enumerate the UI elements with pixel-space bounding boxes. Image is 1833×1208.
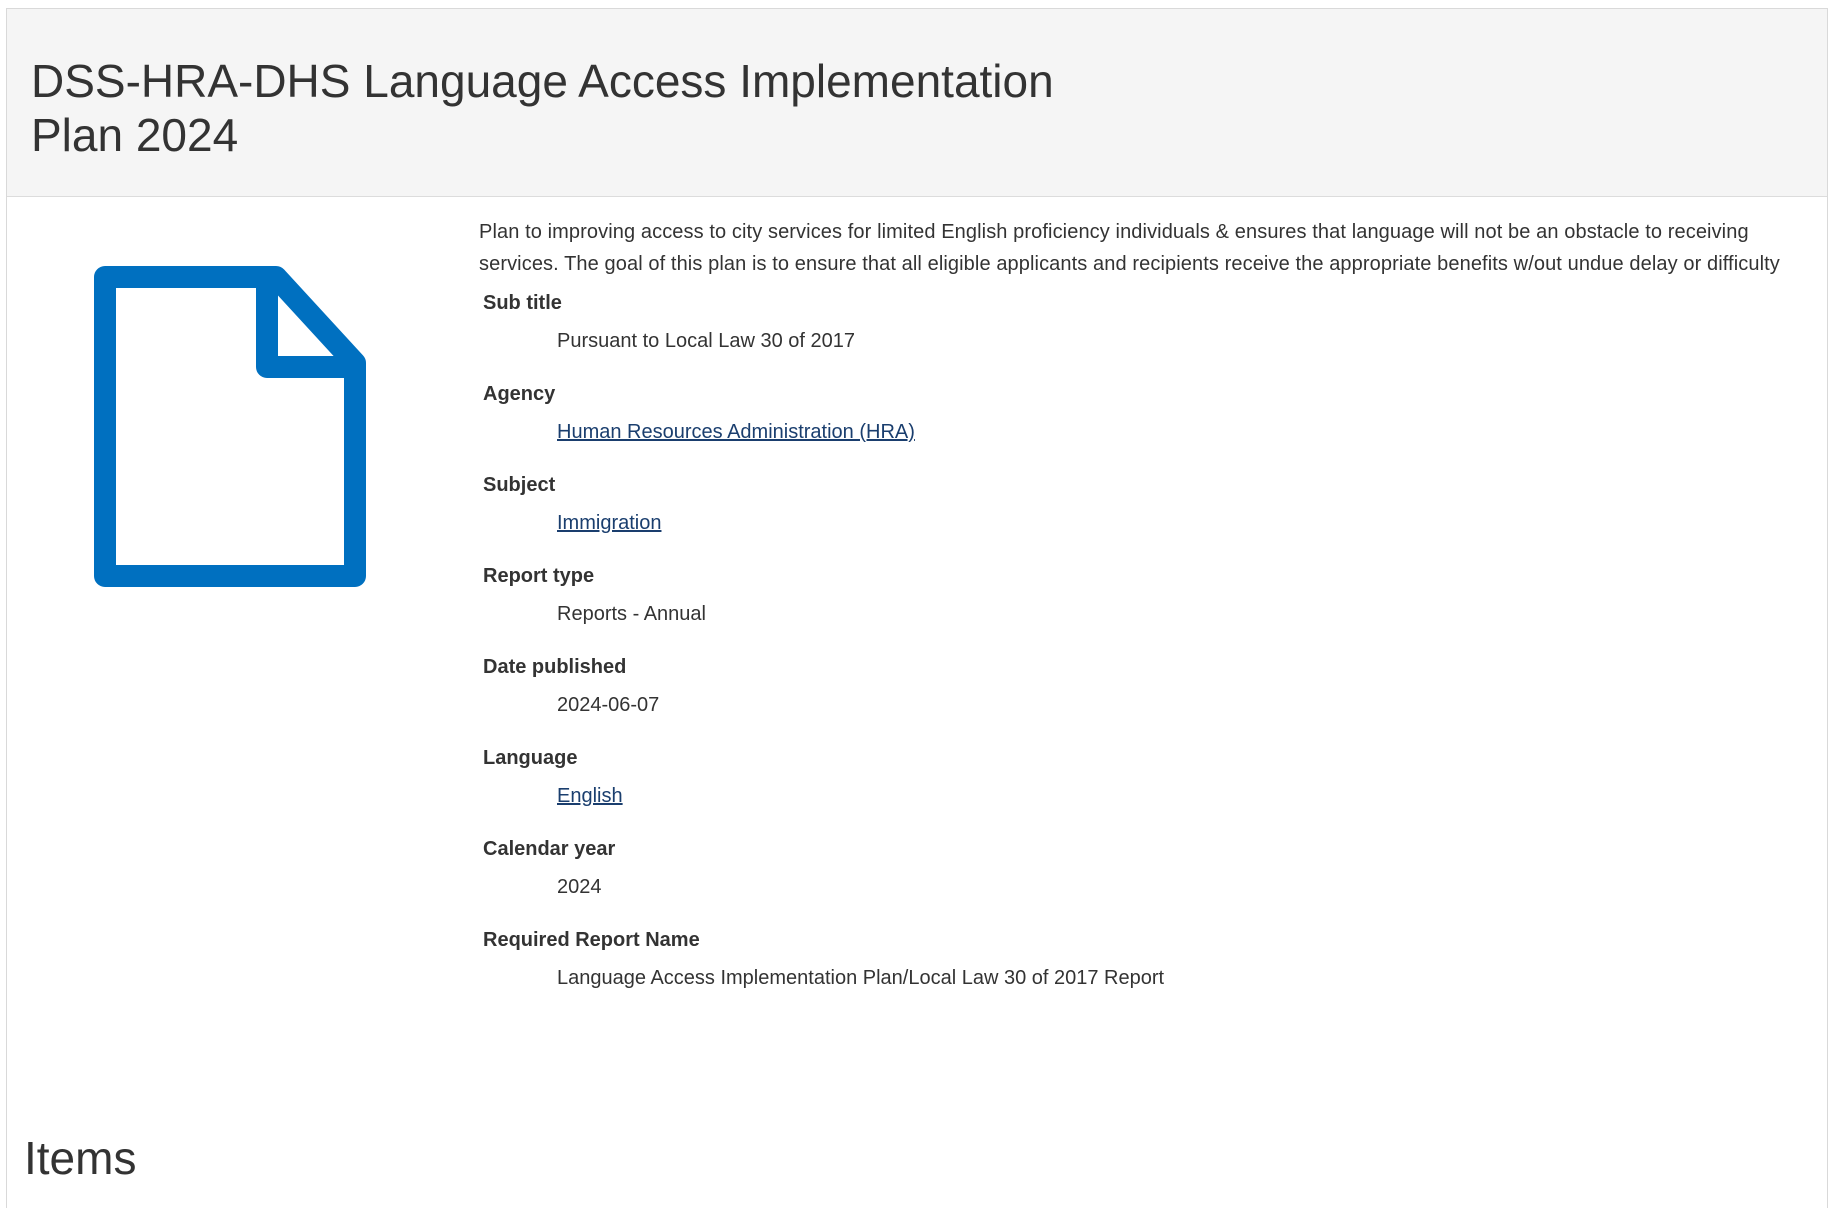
- report-type-label: Report type: [483, 565, 595, 587]
- page-header: DSS-HRA-DHS Language Access Implementati…: [7, 9, 1827, 197]
- sub-title-value: Pursuant to Local Law 30 of 2017: [557, 330, 855, 352]
- metadata-list: Sub title Pursuant to Local Law 30 of 20…: [479, 290, 1804, 991]
- document-icon: [94, 266, 366, 587]
- required-report-name-value: Language Access Implementation Plan/Loca…: [557, 967, 1165, 989]
- language-value: English: [557, 783, 1804, 809]
- required-report-name-label: Required Report Name: [483, 929, 700, 951]
- date-published-value: 2024-06-07: [557, 694, 660, 716]
- agency-link[interactable]: Human Resources Administration (HRA): [557, 421, 915, 443]
- report-type-value: Reports - Annual: [557, 603, 706, 625]
- items-heading: Items: [24, 1132, 137, 1184]
- date-published-label: Date published: [483, 656, 627, 678]
- language-label: Language: [483, 747, 578, 769]
- calendar-year-label: Calendar year: [483, 838, 616, 860]
- subject-label: Subject: [483, 474, 556, 496]
- agency-value: Human Resources Administration (HRA): [557, 419, 1804, 445]
- language-link[interactable]: English: [557, 785, 623, 807]
- document-details: Plan to improving access to city service…: [479, 216, 1804, 1018]
- subject-value: Immigration: [557, 510, 1804, 536]
- subject-link[interactable]: Immigration: [557, 512, 661, 534]
- document-description: Plan to improving access to city service…: [479, 221, 1780, 275]
- calendar-year-value: 2024: [557, 876, 602, 898]
- sub-title-label: Sub title: [483, 292, 562, 314]
- page-title: DSS-HRA-DHS Language Access Implementati…: [31, 55, 1054, 161]
- agency-label: Agency: [483, 383, 556, 405]
